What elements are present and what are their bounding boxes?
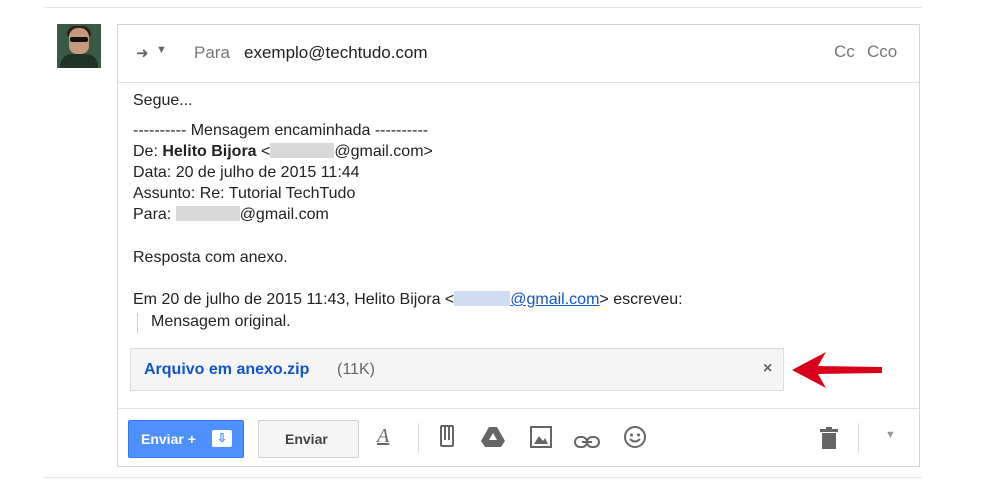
close-icon[interactable]: × — [763, 360, 772, 378]
cc-button[interactable]: Cc — [834, 42, 855, 62]
photo-icon[interactable] — [530, 426, 552, 454]
email-link[interactable]: @gmail.com — [510, 291, 599, 308]
attachment-chip[interactable]: Arquivo em anexo.zip (11K) × — [130, 348, 784, 391]
compose-toolbar: Enviar + ⇩ Enviar A ▼ — [118, 408, 919, 467]
forward-header: ---------- Mensagem encaminhada --------… — [133, 122, 429, 139]
send-plus-label: Enviar + — [141, 431, 196, 447]
to-label: Para — [194, 43, 230, 62]
date-line: Data: 20 de julho de 2015 11:44 — [133, 164, 360, 181]
from-line: De: Helito Bijora < @gmail.com> — [133, 143, 433, 160]
send-options-icon[interactable]: ⇩ — [212, 430, 232, 447]
format-text-icon[interactable]: A — [377, 425, 389, 448]
greeting-text: Segue... — [133, 92, 193, 109]
avatar — [57, 24, 101, 68]
toolbar-divider — [858, 423, 859, 453]
quote-intro: Em 20 de julho de 2015 11:43, Helito Bij… — [133, 291, 683, 308]
quote-bar — [137, 313, 138, 333]
cco-button[interactable]: Cco — [867, 42, 897, 62]
to-field[interactable]: exemplo@techtudo.com — [244, 43, 428, 63]
send-plus-button[interactable]: Enviar + ⇩ — [128, 420, 244, 458]
forward-arrow-icon[interactable]: ➜ — [136, 44, 149, 62]
quoted-text: Mensagem original. — [151, 313, 291, 330]
send-label: Enviar — [285, 431, 328, 447]
redacted-email — [454, 291, 511, 306]
toolbar-divider — [418, 423, 419, 453]
bottom-divider — [44, 477, 922, 478]
compose-window: ➜ ▼ Para exemplo@techtudo.com Cc Cco Seg… — [117, 24, 920, 467]
from-name: Helito Bijora — [162, 143, 257, 160]
redacted-email — [175, 206, 240, 221]
attachment-size: (11K) — [337, 361, 375, 378]
emoji-icon[interactable] — [623, 425, 647, 455]
send-button[interactable]: Enviar — [258, 420, 359, 458]
top-divider — [44, 7, 922, 8]
more-options-icon[interactable]: ▼ — [885, 429, 896, 441]
attachment-name[interactable]: Arquivo em anexo.zip — [144, 361, 309, 379]
subject-line: Assunto: Re: Tutorial TechTudo — [133, 185, 356, 202]
redacted-email — [270, 143, 335, 158]
trash-icon[interactable] — [820, 427, 838, 455]
drive-icon[interactable] — [481, 427, 505, 453]
reply-text: Resposta com anexo. — [133, 249, 288, 266]
link-icon[interactable] — [574, 431, 600, 454]
attach-icon[interactable] — [438, 423, 456, 455]
red-arrow-annotation — [792, 352, 882, 388]
to-line: Para: @gmail.com — [133, 206, 329, 223]
chevron-down-icon[interactable]: ▼ — [156, 44, 167, 56]
recipient-row: ➜ ▼ Para exemplo@techtudo.com Cc Cco — [118, 25, 919, 83]
